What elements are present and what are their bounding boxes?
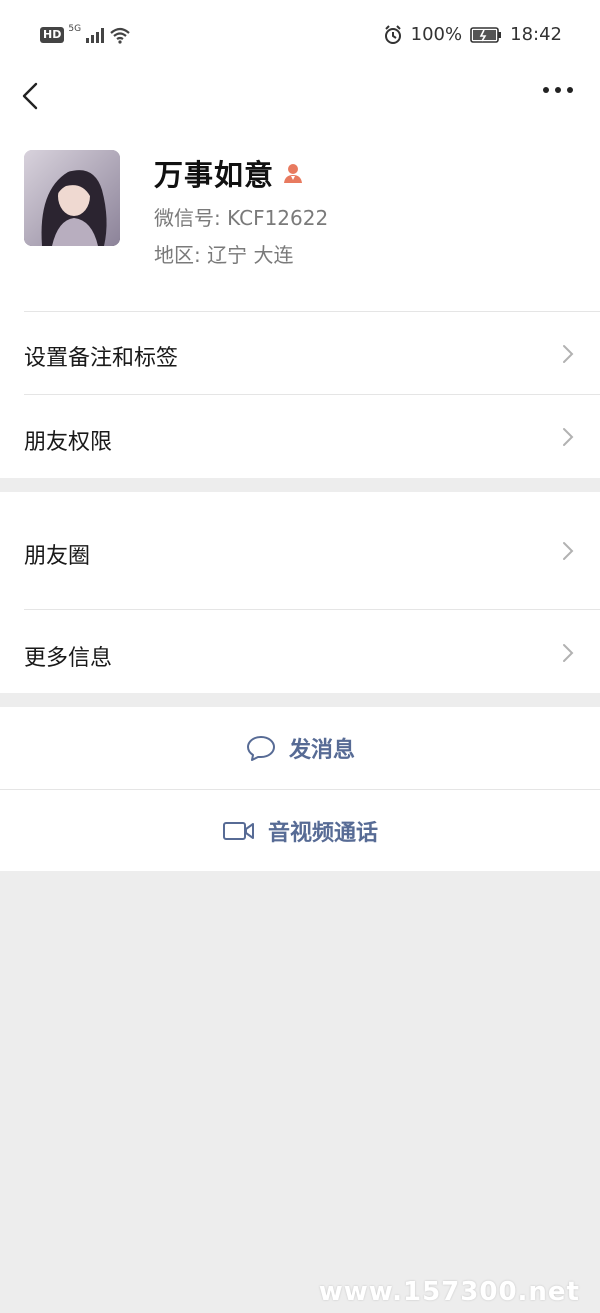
send-message-button[interactable]: 发消息 <box>0 707 600 789</box>
network-label: 5G <box>68 24 82 34</box>
profile-header: 万事如意 微信号: KCF12622 地区: 辽宁 大连 <box>0 132 600 312</box>
chevron-right-icon <box>563 345 574 363</box>
status-right: 100% 18:42 <box>383 24 562 45</box>
more-dots-icon <box>543 87 573 93</box>
battery-icon <box>470 26 502 43</box>
alarm-icon <box>384 24 401 44</box>
row-remark-tags[interactable]: 设置备注和标签 <box>0 312 600 395</box>
status-left: HD 5G <box>40 24 131 44</box>
chevron-right-icon <box>563 542 574 560</box>
row-friend-permissions-label: 朋友权限 <box>24 430 113 455</box>
row-friend-permissions[interactable]: 朋友权限 <box>0 395 600 478</box>
chevron-right-icon <box>563 644 574 662</box>
chevron-right-icon <box>563 428 574 446</box>
row-moments[interactable]: 朋友圈 <box>0 492 600 610</box>
clock: 18:42 <box>510 24 562 45</box>
row-remark-tags-label: 设置备注和标签 <box>24 346 179 371</box>
battery-percent: 100% <box>410 24 463 45</box>
back-arrow-icon <box>22 82 38 110</box>
hd-badge: HD <box>40 27 65 43</box>
back-button[interactable] <box>16 78 46 114</box>
more-button[interactable] <box>540 78 576 102</box>
wechat-id: 微信号: KCF12622 <box>154 206 329 230</box>
video-call-button[interactable]: 音视频通话 <box>0 790 600 871</box>
watermark: www.157300.net <box>318 1277 580 1307</box>
female-user-icon <box>284 164 303 183</box>
wifi-icon <box>110 27 130 44</box>
send-message-label: 发消息 <box>288 738 355 763</box>
avatar[interactable] <box>24 150 120 246</box>
status-bar: HD 5G 100% 18:42 <box>0 0 600 72</box>
contact-profile-screen: HD 5G 100% 18:42 万事如意 微信号: KCF12622 地区: … <box>0 0 600 1313</box>
row-more-info-label: 更多信息 <box>24 646 113 671</box>
contact-name: 万事如意 <box>154 158 275 192</box>
row-moments-label: 朋友圈 <box>24 544 91 569</box>
avatar-photo <box>24 150 120 246</box>
signal-icon <box>86 28 105 43</box>
video-call-label: 音视频通话 <box>267 820 378 846</box>
region: 地区: 辽宁 大连 <box>154 243 294 267</box>
top-nav <box>0 72 600 132</box>
chat-bubble-icon <box>246 736 275 761</box>
row-more-info[interactable]: 更多信息 <box>0 610 600 693</box>
video-camera-icon <box>222 821 254 840</box>
name-row: 万事如意 <box>154 152 304 194</box>
